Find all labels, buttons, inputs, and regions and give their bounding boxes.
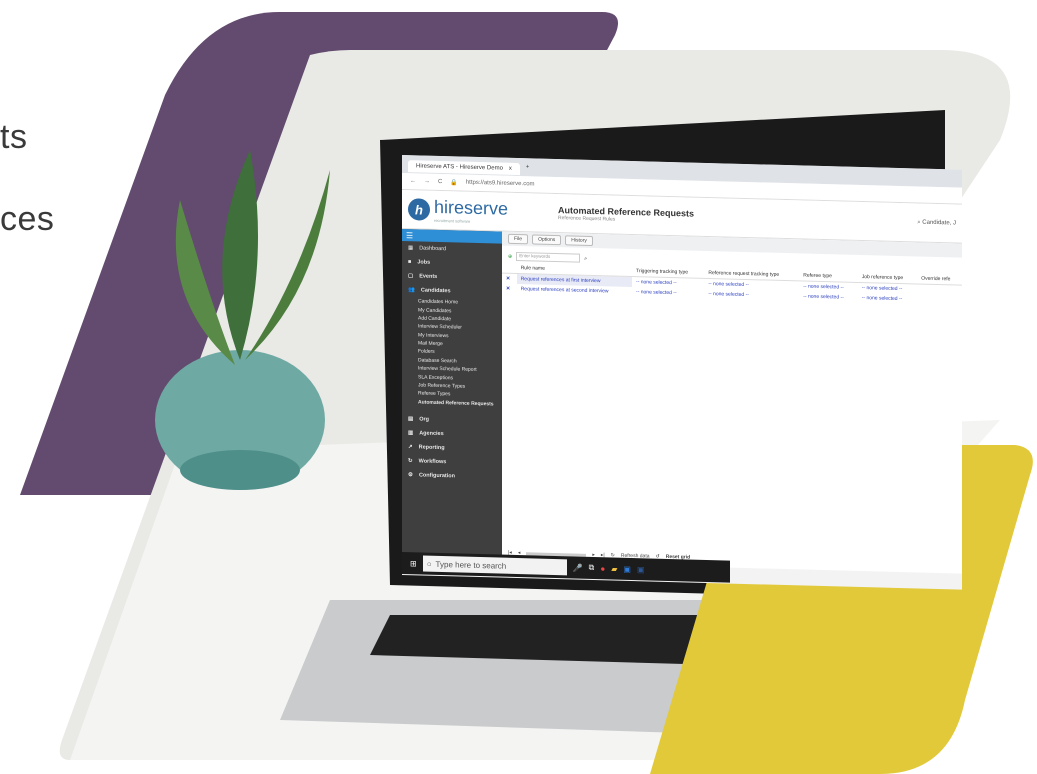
rule-name-cell[interactable]: Request references at second interview bbox=[517, 284, 632, 297]
file-button[interactable]: File bbox=[508, 233, 529, 245]
title-block: Automated Reference Requests Reference R… bbox=[558, 205, 917, 230]
sidebar-item-label: Workflows bbox=[418, 458, 447, 466]
sidebar-item-label: Dashboard bbox=[419, 245, 447, 253]
logo-text: hireserve bbox=[434, 196, 509, 219]
sidebar-item-label: Configuration bbox=[418, 472, 455, 480]
sidebar-item-label: Org bbox=[419, 416, 429, 423]
taskbar-search[interactable]: ○ Type here to search bbox=[422, 555, 567, 576]
briefcase-icon: ■ bbox=[408, 259, 412, 266]
browser-tab[interactable]: Hireserve ATS - Hireserve Demo x bbox=[408, 159, 520, 175]
outlook-icon[interactable]: ▣ bbox=[623, 564, 631, 573]
search-icon[interactable]: ⌕ bbox=[584, 255, 587, 261]
agencies-icon: ▥ bbox=[408, 430, 414, 437]
windows-start-icon[interactable]: ⊞ bbox=[410, 559, 417, 568]
delete-icon[interactable]: ✕ bbox=[502, 273, 517, 284]
logo[interactable]: h hireserve recruitment software bbox=[402, 196, 558, 226]
lock-icon: 🔒 bbox=[450, 179, 458, 186]
org-icon: ▤ bbox=[408, 416, 414, 423]
body-area: ☰ ▦ Dashboard ■ Jobs ▢ Events 👥 Candidates C… bbox=[402, 229, 962, 574]
plant-pot-shadow bbox=[180, 450, 300, 490]
gear-icon: ⚙ bbox=[408, 472, 413, 479]
reload-icon[interactable]: C bbox=[438, 179, 442, 185]
sidebar-item-label: Jobs bbox=[417, 259, 431, 266]
text-fragment: ts bbox=[0, 118, 28, 156]
forward-icon[interactable]: → bbox=[424, 179, 430, 185]
keyword-input[interactable]: Enter keywords bbox=[516, 251, 581, 263]
new-tab-icon[interactable]: + bbox=[526, 164, 530, 170]
delete-icon[interactable]: ✕ bbox=[502, 284, 517, 294]
workflow-icon: ↻ bbox=[408, 458, 413, 465]
close-icon[interactable]: x bbox=[509, 165, 512, 171]
tab-title: Hireserve ATS - Hireserve Demo bbox=[416, 162, 503, 172]
text-fragment: ces bbox=[0, 200, 55, 238]
task-view-icon[interactable]: ⧉ bbox=[589, 563, 595, 573]
cortana-icon: ○ bbox=[426, 559, 432, 569]
sidebar-item-label: Reporting bbox=[418, 444, 445, 451]
sidebar: ☰ ▦ Dashboard ■ Jobs ▢ Events 👥 Candidates C… bbox=[402, 229, 502, 562]
taskbar-search-text: Type here to search bbox=[435, 559, 507, 571]
history-button[interactable]: History bbox=[565, 235, 593, 246]
grid-cell[interactable]: -- none selected -- bbox=[799, 291, 857, 303]
add-icon[interactable]: ⊕ bbox=[508, 253, 512, 259]
global-search[interactable]: ⌕ Candidate, J bbox=[917, 219, 962, 227]
grid-cell[interactable]: -- none selected -- bbox=[704, 289, 799, 301]
back-icon[interactable]: ← bbox=[410, 178, 416, 184]
microphone-icon[interactable]: 🎤 bbox=[573, 563, 583, 572]
grid-cell[interactable]: -- none selected -- bbox=[858, 293, 917, 305]
calendar-icon: ▢ bbox=[408, 273, 414, 280]
sidebar-item-label: Candidates bbox=[420, 287, 451, 295]
laptop-screen: Hireserve ATS - Hireserve Demo x + ← → C… bbox=[402, 155, 962, 590]
dashboard-icon: ▦ bbox=[408, 245, 414, 252]
search-icon: ⌕ bbox=[917, 218, 921, 226]
chrome-icon[interactable]: ● bbox=[600, 564, 605, 573]
people-icon: 👥 bbox=[408, 287, 415, 294]
logo-icon: h bbox=[408, 198, 430, 221]
file-explorer-icon[interactable]: ▰ bbox=[611, 564, 617, 573]
sidebar-item-label: Events bbox=[419, 273, 438, 280]
grid-cell[interactable] bbox=[917, 294, 962, 305]
options-button[interactable]: Options bbox=[532, 234, 562, 246]
url-text[interactable]: https://ats9.hireserve.com bbox=[466, 180, 535, 188]
search-text: Candidate, J bbox=[922, 219, 956, 227]
word-icon[interactable]: ▣ bbox=[637, 565, 645, 574]
sidebar-item-label: Agencies bbox=[419, 430, 444, 437]
grid-cell[interactable]: -- none selected -- bbox=[632, 287, 704, 299]
chart-icon: ↗ bbox=[408, 444, 413, 451]
main-panel: File Options History ⊕ Enter keywords ⌕ … bbox=[502, 231, 962, 574]
sidebar-item-configuration[interactable]: ⚙ Configuration bbox=[402, 468, 502, 485]
